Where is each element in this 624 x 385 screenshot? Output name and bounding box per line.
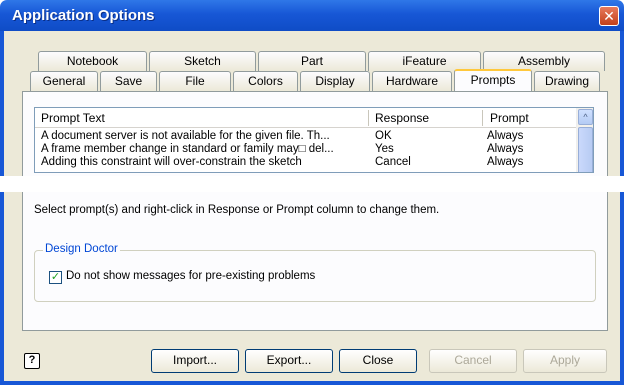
tab-general[interactable]: General xyxy=(30,71,98,91)
scroll-up-button[interactable]: ^ xyxy=(578,109,593,125)
import-button[interactable]: Import... xyxy=(151,349,239,373)
help-icon: ? xyxy=(28,354,36,366)
row-prompt[interactable]: Always xyxy=(487,130,523,143)
close-icon: ✕ xyxy=(603,8,615,24)
checkbox-label[interactable]: Do not show messages for pre-existing pr… xyxy=(66,270,315,282)
tab-sketch[interactable]: Sketch xyxy=(149,51,256,71)
tab-file[interactable]: File xyxy=(159,71,231,91)
header-prompt[interactable]: Prompt xyxy=(490,111,529,125)
tab-ifeature[interactable]: iFeature xyxy=(368,51,481,71)
window-title: Application Options xyxy=(12,7,155,24)
list-row[interactable]: A document server is not available for t… xyxy=(35,130,577,143)
row-response[interactable]: OK xyxy=(375,130,392,143)
tab-assembly[interactable]: Assembly xyxy=(483,51,605,71)
tab-notebook[interactable]: Notebook xyxy=(38,51,147,71)
cancel-button[interactable]: Cancel xyxy=(429,349,517,373)
list-scrollbar[interactable]: ^ xyxy=(576,108,593,172)
instruction-text: Select prompt(s) and right-click in Resp… xyxy=(34,204,440,216)
prompt-list[interactable]: Prompt Text Response Prompt A document s… xyxy=(34,107,594,173)
screenshot-gap xyxy=(0,176,624,192)
design-doctor-group: Design Doctor ✓ Do not show messages for… xyxy=(34,243,596,302)
chevron-up-icon: ^ xyxy=(583,112,588,122)
close-window-button[interactable]: ✕ xyxy=(599,6,619,26)
scroll-thumb[interactable] xyxy=(578,127,593,172)
row-prompt-text: Adding this constraint will over-constra… xyxy=(41,156,302,168)
header-response[interactable]: Response xyxy=(375,111,429,125)
close-button[interactable]: Close xyxy=(339,349,417,373)
header-prompt-text[interactable]: Prompt Text xyxy=(41,111,105,125)
export-button[interactable]: Export... xyxy=(245,349,333,373)
row-prompt[interactable]: Always xyxy=(487,143,523,156)
title-bar: Application Options ✕ xyxy=(0,0,624,31)
checkmark-icon: ✓ xyxy=(50,271,61,283)
row-response[interactable]: Yes xyxy=(375,143,394,156)
row-prompt[interactable]: Always xyxy=(487,156,523,169)
list-row[interactable]: A frame member change in standard or fam… xyxy=(35,143,577,156)
list-header: Prompt Text Response Prompt xyxy=(35,108,577,128)
tab-save[interactable]: Save xyxy=(100,71,157,91)
pre-existing-problems-checkbox[interactable]: ✓ xyxy=(49,271,62,284)
group-label: Design Doctor xyxy=(43,243,120,255)
row-response[interactable]: Cancel xyxy=(375,156,411,169)
tab-colors[interactable]: Colors xyxy=(233,71,298,91)
tab-hardware[interactable]: Hardware xyxy=(372,71,452,91)
tab-prompts[interactable]: Prompts xyxy=(454,69,532,91)
tab-display[interactable]: Display xyxy=(300,71,370,91)
row-prompt-text: A document server is not available for t… xyxy=(41,130,330,142)
row-prompt-text: A frame member change in standard or fam… xyxy=(41,143,334,155)
help-button[interactable]: ? xyxy=(24,353,40,369)
tab-part[interactable]: Part xyxy=(258,51,366,71)
list-row[interactable]: Adding this constraint will over-constra… xyxy=(35,156,577,169)
apply-button[interactable]: Apply xyxy=(523,349,607,373)
tab-drawing[interactable]: Drawing xyxy=(534,71,600,91)
